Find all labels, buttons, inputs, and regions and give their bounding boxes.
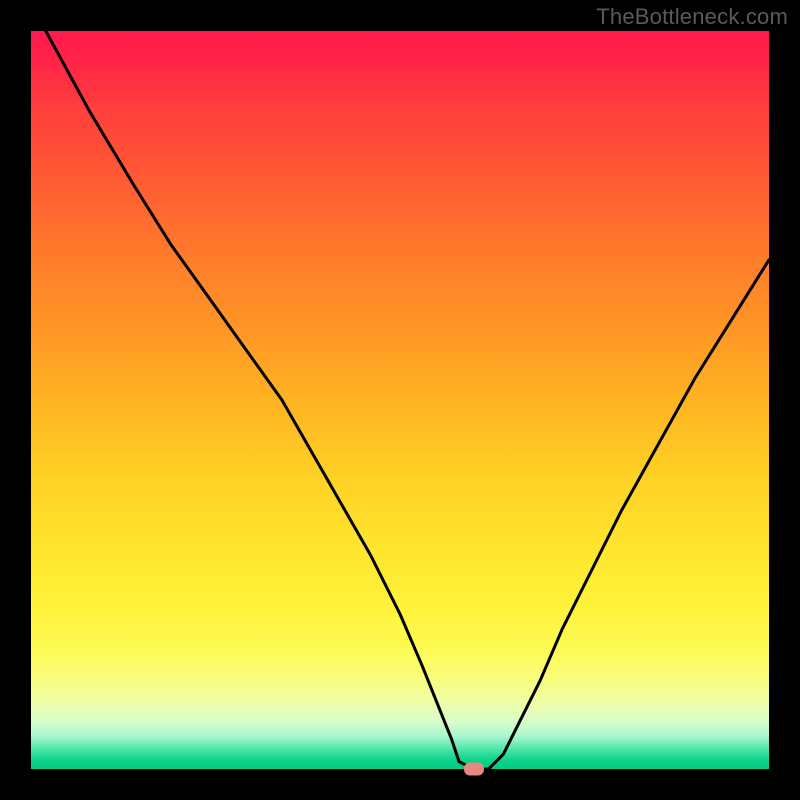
plot-area	[31, 31, 769, 769]
minimum-marker	[464, 763, 484, 776]
watermark-text: TheBottleneck.com	[596, 4, 788, 30]
bottleneck-curve	[31, 31, 769, 769]
chart-frame: TheBottleneck.com	[0, 0, 800, 800]
